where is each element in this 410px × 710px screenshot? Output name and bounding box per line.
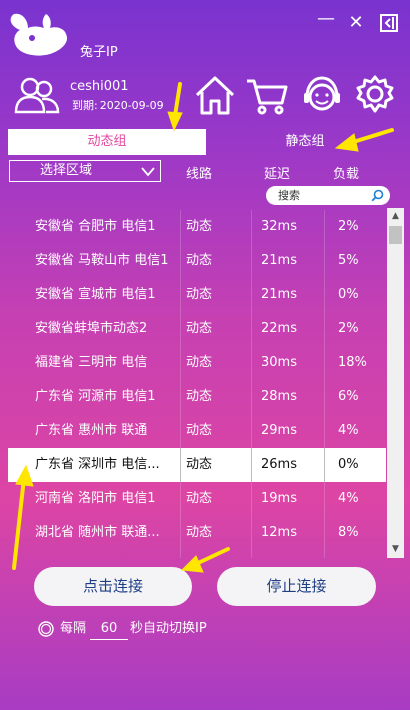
- line-type-cell: 动态: [186, 253, 213, 268]
- search-input[interactable]: 搜索: [266, 186, 390, 205]
- table-row[interactable]: 广东省 河源市 电信1 动态 28ms 6%: [8, 380, 386, 414]
- node-name-cell: 安徽省 宣城市 电信1: [35, 287, 156, 302]
- table-row[interactable]: 安徽省 合肥市 电信1 动态 32ms 2%: [8, 210, 386, 244]
- latency-cell: 21ms: [261, 253, 297, 268]
- load-cell: 0%: [338, 287, 359, 302]
- expire-value: 2020-09-09: [99, 99, 164, 112]
- stop-button[interactable]: 停止连接: [217, 567, 376, 606]
- exit-icon[interactable]: [379, 13, 399, 33]
- line-type-cell: 动态: [186, 423, 213, 438]
- line-type-cell: 动态: [186, 525, 213, 540]
- node-name-cell: 安徽省 合肥市 电信1: [35, 219, 156, 234]
- chevron-down-icon: [141, 167, 155, 177]
- list-scrollbar[interactable]: ▲ ▼: [387, 208, 404, 558]
- column-header-latency: 延迟: [264, 167, 291, 182]
- home-icon[interactable]: [193, 73, 237, 117]
- table-row[interactable]: 安徽省 马鞍山市 电信1 动态 21ms 5%: [8, 244, 386, 278]
- node-list: 安徽省 合肥市 电信1 动态 32ms 2% 安徽省 马鞍山市 电信1 动态 21ms 5% 安…: [8, 210, 386, 558]
- load-cell: 8%: [338, 525, 359, 540]
- latency-cell: 26ms: [261, 457, 297, 472]
- expire-date: 到期: 2020-09-09: [70, 97, 164, 113]
- table-row[interactable]: 福建省 三明市 电信 动态 30ms 18%: [8, 346, 386, 380]
- latency-cell: 19ms: [261, 491, 297, 506]
- line-type-cell: 动态: [186, 389, 213, 404]
- latency-cell: 32ms: [261, 219, 297, 234]
- latency-cell: 30ms: [261, 355, 297, 370]
- line-type-cell: 动态: [186, 287, 213, 302]
- line-type-cell: 动态: [186, 219, 213, 234]
- row-divider: [251, 448, 252, 482]
- username: ceshi001: [70, 79, 129, 94]
- table-row[interactable]: 湖北省 随州市 联通... 动态 12ms 8%: [8, 516, 386, 550]
- scroll-up-arrow-icon[interactable]: ▲: [387, 208, 404, 225]
- load-cell: 6%: [338, 389, 359, 404]
- cart-icon[interactable]: [245, 73, 289, 117]
- load-cell: 18%: [338, 355, 367, 370]
- group-tabs: 动态组 静态组: [8, 129, 404, 155]
- auto-switch-suffix: 秒自动切换IP: [130, 621, 207, 636]
- search-placeholder: 搜索: [278, 189, 300, 202]
- node-name-cell: 安徽省 马鞍山市 电信1: [35, 253, 169, 268]
- column-header-load: 负载: [333, 167, 360, 182]
- tab-dynamic-group[interactable]: 动态组: [8, 129, 206, 155]
- region-select-label: 选择区域: [40, 163, 93, 178]
- connect-button[interactable]: 点击连接: [34, 567, 192, 606]
- support-icon[interactable]: [300, 73, 344, 117]
- table-row[interactable]: 河南省 洛阳市 电信1 动态 19ms 4%: [8, 482, 386, 516]
- app-window: 兔子IP — ✕ ceshi001 到期: 2020-09-09 动态组 静态组…: [0, 0, 410, 710]
- annotation-arrow: [167, 82, 183, 132]
- line-type-cell: 动态: [186, 321, 213, 336]
- tab-static-group[interactable]: 静态组: [206, 129, 404, 155]
- load-cell: 4%: [338, 491, 359, 506]
- table-row[interactable]: 安徽省蚌埠市动态2 动态 22ms 2%: [8, 312, 386, 346]
- load-cell: 2%: [338, 321, 359, 336]
- auto-switch-interval-input[interactable]: 60: [90, 619, 128, 640]
- node-name-cell: 安徽省蚌埠市动态2: [35, 321, 148, 336]
- latency-cell: 12ms: [261, 525, 297, 540]
- load-cell: 2%: [338, 219, 359, 234]
- load-cell: 4%: [338, 423, 359, 438]
- table-row[interactable]: 广东省 惠州市 联通 动态 29ms 4%: [8, 414, 386, 448]
- line-type-cell: 动态: [186, 457, 213, 472]
- minimize-button[interactable]: —: [315, 8, 337, 30]
- latency-cell: 22ms: [261, 321, 297, 336]
- latency-cell: 29ms: [261, 423, 297, 438]
- node-name-cell: 广东省 惠州市 联通: [35, 423, 148, 438]
- column-header-line: 线路: [186, 167, 213, 182]
- region-select[interactable]: 选择区域: [9, 160, 161, 182]
- settings-icon[interactable]: [353, 73, 397, 117]
- auto-switch-prefix: 每隔: [60, 621, 87, 636]
- line-type-cell: 动态: [186, 355, 213, 370]
- rabbit-logo: [10, 13, 68, 56]
- node-name-cell: 湖北省 随州市 联通...: [35, 525, 160, 540]
- avatar-icon: [14, 77, 60, 114]
- load-cell: 5%: [338, 253, 359, 268]
- expire-label: 到期:: [72, 99, 98, 112]
- row-divider: [324, 448, 325, 482]
- latency-cell: 21ms: [261, 287, 297, 302]
- row-divider: [180, 448, 181, 482]
- search-icon[interactable]: [371, 189, 384, 202]
- app-title: 兔子IP: [80, 45, 118, 60]
- radio-button-icon[interactable]: [38, 621, 54, 637]
- table-row[interactable]: 安徽省 宣城市 电信1 动态 21ms 0%: [8, 278, 386, 312]
- node-name-cell: 广东省 河源市 电信1: [35, 389, 156, 404]
- node-name-cell: 广东省 深圳市 电信...: [35, 457, 160, 472]
- scroll-down-arrow-icon[interactable]: ▼: [387, 541, 404, 558]
- table-row-selected[interactable]: 广东省 深圳市 电信... 动态 26ms 0%: [8, 448, 386, 482]
- close-button[interactable]: ✕: [345, 12, 367, 34]
- node-name-cell: 福建省 三明市 电信: [35, 355, 148, 370]
- latency-cell: 28ms: [261, 389, 297, 404]
- line-type-cell: 动态: [186, 491, 213, 506]
- load-cell: 0%: [338, 457, 359, 472]
- node-name-cell: 河南省 洛阳市 电信1: [35, 491, 156, 506]
- scroll-thumb[interactable]: [389, 226, 402, 244]
